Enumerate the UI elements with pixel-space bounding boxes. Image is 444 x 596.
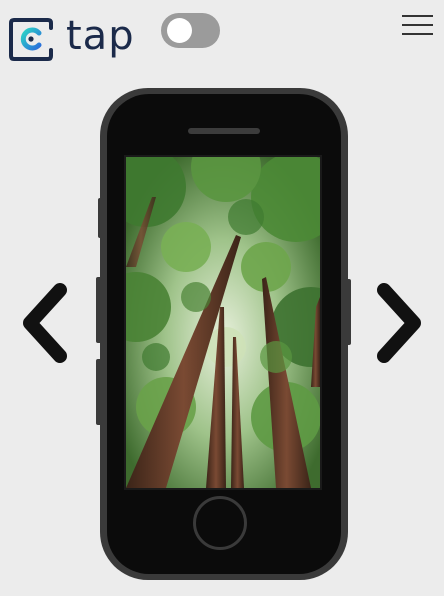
redwood-trees-photo bbox=[126, 157, 320, 488]
hamburger-menu-button[interactable] bbox=[402, 14, 434, 36]
tap-logo[interactable]: tap bbox=[8, 16, 135, 62]
next-button[interactable] bbox=[372, 282, 426, 364]
menu-line bbox=[402, 33, 433, 35]
phone-screen bbox=[124, 155, 322, 490]
phone-speaker bbox=[188, 128, 260, 134]
menu-line bbox=[402, 15, 433, 17]
chevron-left-icon bbox=[23, 283, 67, 363]
chevron-right-icon bbox=[377, 283, 421, 363]
logo-mark-icon bbox=[9, 18, 53, 61]
theme-toggle[interactable] bbox=[161, 13, 220, 48]
menu-line bbox=[402, 24, 433, 26]
previous-button[interactable] bbox=[18, 282, 72, 364]
phone-home-button[interactable] bbox=[193, 496, 247, 550]
header: tap bbox=[0, 0, 444, 70]
toggle-knob bbox=[167, 18, 192, 43]
logo-wordmark: tap bbox=[66, 13, 135, 59]
